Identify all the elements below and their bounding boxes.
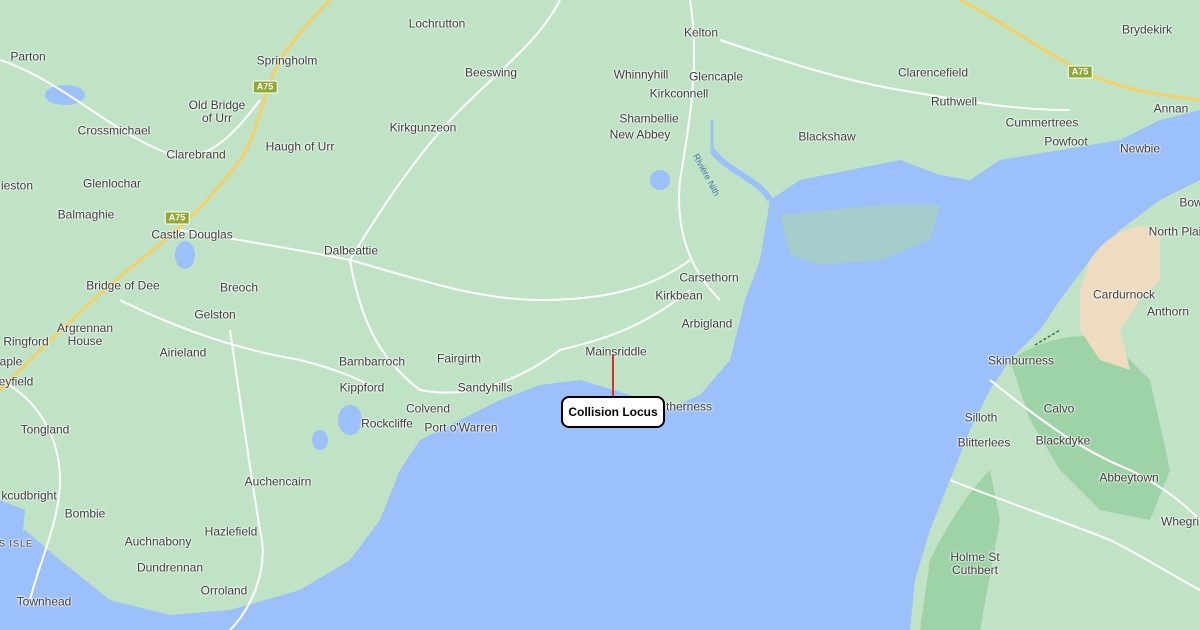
- place-label-dalbeattie[interactable]: Dalbeattie: [324, 244, 378, 258]
- place-label-brydekirk[interactable]: Brydekirk: [1122, 23, 1172, 37]
- place-label-aple[interactable]: aple: [0, 355, 22, 369]
- place-label-old-bridge-of-urr[interactable]: Old Bridge of Urr: [189, 99, 246, 125]
- place-label-bridge-of-dee[interactable]: Bridge of Dee: [86, 279, 159, 293]
- place-label-bow[interactable]: Bow: [1179, 196, 1200, 210]
- place-label-ieston[interactable]: ieston: [1, 179, 33, 193]
- place-label-cummertrees[interactable]: Cummertrees: [1006, 116, 1079, 130]
- place-label-powfoot[interactable]: Powfoot: [1044, 135, 1087, 149]
- place-label-lochrutton[interactable]: Lochrutton: [409, 17, 466, 31]
- place-label-arbigland[interactable]: Arbigland: [682, 317, 733, 331]
- place-label-skinburness[interactable]: Skinburness: [988, 354, 1054, 368]
- callout-pointer-line: [612, 354, 614, 396]
- place-label-kirkbean[interactable]: Kirkbean: [655, 289, 702, 303]
- map-canvas[interactable]: Parton Springholm Lochrutton Beeswing Ke…: [0, 0, 1200, 630]
- place-label-parton[interactable]: Parton: [10, 50, 45, 64]
- place-label-argrennan-house[interactable]: Argrennan House: [57, 322, 113, 348]
- place-label-holme-st-cuthbert[interactable]: Holme St Cuthbert: [950, 551, 999, 577]
- place-label-new-abbey[interactable]: New Abbey: [610, 128, 671, 142]
- place-label-kirkgunzeon[interactable]: Kirkgunzeon: [390, 121, 457, 135]
- place-label-anthorn[interactable]: Anthorn: [1147, 305, 1189, 319]
- place-label-barnbarroch[interactable]: Barnbarroch: [339, 355, 405, 369]
- place-label-whinnyhill[interactable]: Whinnyhill: [614, 68, 669, 82]
- place-label-blackdyke[interactable]: Blackdyke: [1036, 434, 1091, 448]
- place-label-abbeytown[interactable]: Abbeytown: [1099, 471, 1158, 485]
- place-label-blackshaw[interactable]: Blackshaw: [798, 130, 855, 144]
- place-label-annan[interactable]: Annan: [1154, 102, 1189, 116]
- place-label-haugh-of-urr[interactable]: Haugh of Urr: [266, 140, 335, 154]
- place-label-orroland[interactable]: Orroland: [201, 584, 248, 598]
- place-label-balmaghie[interactable]: Balmaghie: [58, 208, 115, 222]
- place-label-rockcliffe[interactable]: Rockcliffe: [361, 417, 413, 431]
- place-label-kirkcudbright[interactable]: kcudbright: [1, 489, 56, 503]
- place-label-calvo[interactable]: Calvo: [1044, 402, 1075, 416]
- place-label-townhead[interactable]: Townhead: [17, 595, 72, 609]
- place-label-auchencairn[interactable]: Auchencairn: [245, 475, 312, 489]
- place-label-auchnabony[interactable]: Auchnabony: [125, 535, 192, 549]
- road-shield-a75: A75: [252, 80, 278, 94]
- road-shield-a75: A75: [164, 211, 190, 225]
- place-label-springholm[interactable]: Springholm: [257, 54, 318, 68]
- place-label-bombie[interactable]: Bombie: [65, 507, 106, 521]
- place-label-airieland[interactable]: Airieland: [160, 346, 207, 360]
- place-label-kippford[interactable]: Kippford: [340, 381, 385, 395]
- place-label-ringford[interactable]: Ringford: [3, 335, 48, 349]
- place-label-carsethorn[interactable]: Carsethorn: [679, 271, 738, 285]
- place-label-beeswing[interactable]: Beeswing: [465, 66, 517, 80]
- place-label-castle-douglas[interactable]: Castle Douglas: [151, 228, 232, 242]
- place-label-eyfield[interactable]: eyfield: [0, 375, 33, 389]
- place-label-sandyhills[interactable]: Sandyhills: [458, 381, 513, 395]
- place-label-glencaple[interactable]: Glencaple: [689, 70, 743, 84]
- place-label-dundrennan[interactable]: Dundrennan: [137, 561, 203, 575]
- place-label-ruthwell[interactable]: Ruthwell: [931, 95, 977, 109]
- place-label-north-plain[interactable]: North Plai: [1149, 225, 1200, 239]
- road-shield-a75: A75: [1067, 65, 1093, 79]
- collision-locus-callout[interactable]: Collision Locus: [561, 396, 665, 428]
- place-label-southerness[interactable]: therness: [666, 400, 712, 414]
- place-label-tongland[interactable]: Tongland: [21, 423, 70, 437]
- place-label-kirkconnell[interactable]: Kirkconnell: [650, 87, 709, 101]
- place-label-silloth[interactable]: Silloth: [965, 411, 998, 425]
- place-label-newbie[interactable]: Newbie: [1120, 142, 1160, 156]
- place-label-hazlefield[interactable]: Hazlefield: [205, 525, 258, 539]
- place-label-gelston[interactable]: Gelston: [194, 308, 235, 322]
- place-label-cardurnock[interactable]: Cardurnock: [1093, 288, 1155, 302]
- place-label-kelton[interactable]: Kelton: [684, 26, 718, 40]
- callout-label: Collision Locus: [568, 405, 658, 419]
- place-label-shambellie[interactable]: Shambellie: [619, 112, 678, 126]
- place-label-breoch[interactable]: Breoch: [220, 281, 258, 295]
- place-label-port-o-warren[interactable]: Port o'Warren: [424, 421, 497, 435]
- place-label-crossmichael[interactable]: Crossmichael: [78, 124, 151, 138]
- place-label-clarencefield[interactable]: Clarencefield: [898, 66, 968, 80]
- place-label-s-isle[interactable]: S ISLE: [0, 538, 33, 551]
- place-label-mainsriddle[interactable]: Mainsriddle: [585, 345, 646, 359]
- place-label-fairgirth[interactable]: Fairgirth: [437, 352, 481, 366]
- place-label-whegri[interactable]: Whegri: [1161, 515, 1199, 529]
- place-label-clarebrand[interactable]: Clarebrand: [166, 148, 225, 162]
- place-label-blitterlees[interactable]: Blitterlees: [958, 436, 1011, 450]
- place-label-colvend[interactable]: Colvend: [406, 402, 450, 416]
- place-label-glenlochar[interactable]: Glenlochar: [83, 177, 141, 191]
